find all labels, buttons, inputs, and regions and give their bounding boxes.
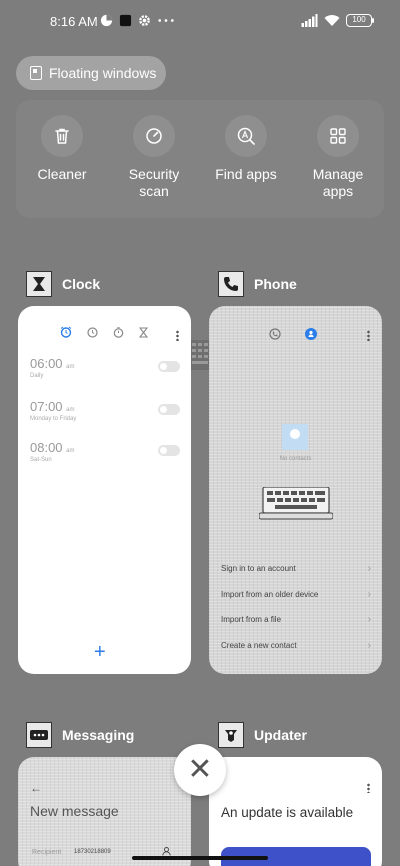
alarm-toggle[interactable] (158, 404, 180, 415)
phone-app-header[interactable]: Phone (218, 271, 297, 297)
messaging-app-card[interactable]: ← New message Recipient 18730218809 (18, 757, 191, 866)
find-apps-button[interactable]: Find apps (200, 115, 292, 183)
timer-tab-icon[interactable] (139, 326, 148, 338)
phone-options-list: Sign in to an account › Import from an ol… (221, 556, 371, 658)
cleaner-button[interactable]: Cleaner (16, 115, 108, 183)
contacts-tab-icon[interactable] (305, 328, 317, 340)
updater-app-name: Updater (254, 727, 307, 743)
notification-square-icon (119, 14, 132, 27)
update-available-title: An update is available (221, 805, 354, 820)
floating-windows-label: Floating windows (49, 65, 157, 81)
hourglass-icon (26, 271, 52, 297)
manage-apps-label: Manage apps (312, 166, 364, 199)
chevron-right-icon: › (367, 563, 371, 575)
floating-window-icon (30, 66, 42, 80)
trash-icon (55, 128, 69, 144)
keyboard-icon (259, 487, 333, 520)
status-time: 8:16 AM (50, 14, 98, 29)
messaging-app-name: Messaging (62, 727, 135, 743)
phone-more-icon[interactable] (367, 330, 370, 341)
call-log-tab-icon[interactable] (269, 328, 281, 340)
security-scan-icon (146, 128, 162, 144)
more-dots-icon (158, 19, 174, 22)
world-clock-tab-icon[interactable] (87, 326, 98, 338)
clock-app-name: Clock (62, 276, 101, 292)
updater-app-header[interactable]: Updater (218, 722, 307, 748)
chevron-right-icon: › (367, 588, 371, 600)
alarm-item[interactable]: 07:00 am Monday to Friday (30, 399, 180, 422)
alarm-tab-icon[interactable] (60, 326, 72, 338)
stopwatch-tab-icon[interactable] (113, 326, 124, 338)
updater-more-icon[interactable] (367, 783, 370, 793)
close-all-button[interactable]: ✕ (174, 744, 226, 796)
clock-app-header[interactable]: Clock (26, 271, 100, 297)
settings-gear-icon (139, 15, 150, 26)
list-item[interactable]: Import from an older device › (221, 582, 371, 608)
recipient-label: Recipient (32, 849, 62, 856)
battery-icon: 100 (346, 14, 374, 27)
back-arrow-icon[interactable]: ← (30, 781, 42, 795)
alarm-item[interactable]: 06:00 am Daily (30, 356, 180, 379)
find-apps-label: Find apps (215, 166, 277, 182)
updater-app-card[interactable]: An update is available (209, 757, 382, 866)
alarm-toggle[interactable] (158, 361, 180, 372)
list-item[interactable]: Import from a file › (221, 607, 371, 633)
phone-app-name: Phone (254, 276, 297, 292)
phone-handset-icon (218, 271, 244, 297)
chat-bubble-icon (26, 722, 52, 748)
floating-windows-button[interactable]: Floating windows (16, 56, 166, 90)
list-item[interactable]: Create a new contact › (221, 633, 371, 659)
gesture-nav-handle[interactable] (132, 856, 268, 860)
signal-icon (301, 14, 318, 27)
close-icon: ✕ (187, 753, 213, 786)
contact-picker-icon[interactable] (162, 847, 171, 856)
wifi-icon (324, 15, 340, 26)
new-message-title: New message (30, 803, 119, 819)
list-item[interactable]: Sign in to an account › (221, 556, 371, 582)
contact-placeholder-icon (282, 424, 308, 450)
data-saver-icon (100, 14, 113, 27)
quick-tools: Cleaner Security scan Find apps Manage a… (16, 100, 384, 218)
messaging-app-header[interactable]: Messaging (26, 722, 134, 748)
security-scan-label: Security scan (128, 166, 180, 199)
security-scan-button[interactable]: Security scan (108, 115, 200, 200)
manage-apps-button[interactable]: Manage apps (292, 115, 384, 200)
chevron-right-icon: › (367, 614, 371, 626)
clock-app-card[interactable]: 06:00 am Daily 07:00 am Monday to Friday… (18, 306, 191, 674)
alarm-item[interactable]: 08:00 am Sat-Sun (30, 440, 180, 463)
alarm-toggle[interactable] (158, 445, 180, 456)
recipient-field[interactable]: 18730218809 (74, 849, 111, 855)
add-alarm-button[interactable]: + (94, 642, 106, 662)
no-contacts-text: No contacts (279, 456, 312, 462)
phone-app-card[interactable]: No contacts Sign in to an account › Impor… (209, 306, 382, 674)
cleaner-label: Cleaner (37, 166, 87, 182)
clock-more-icon[interactable] (176, 330, 179, 341)
find-apps-icon (237, 127, 255, 145)
chevron-right-icon: › (367, 639, 371, 651)
clock-tabs (60, 326, 148, 338)
grid-icon (330, 128, 346, 144)
updater-icon (218, 722, 244, 748)
status-bar: 8:16 AM 100 (0, 0, 400, 44)
